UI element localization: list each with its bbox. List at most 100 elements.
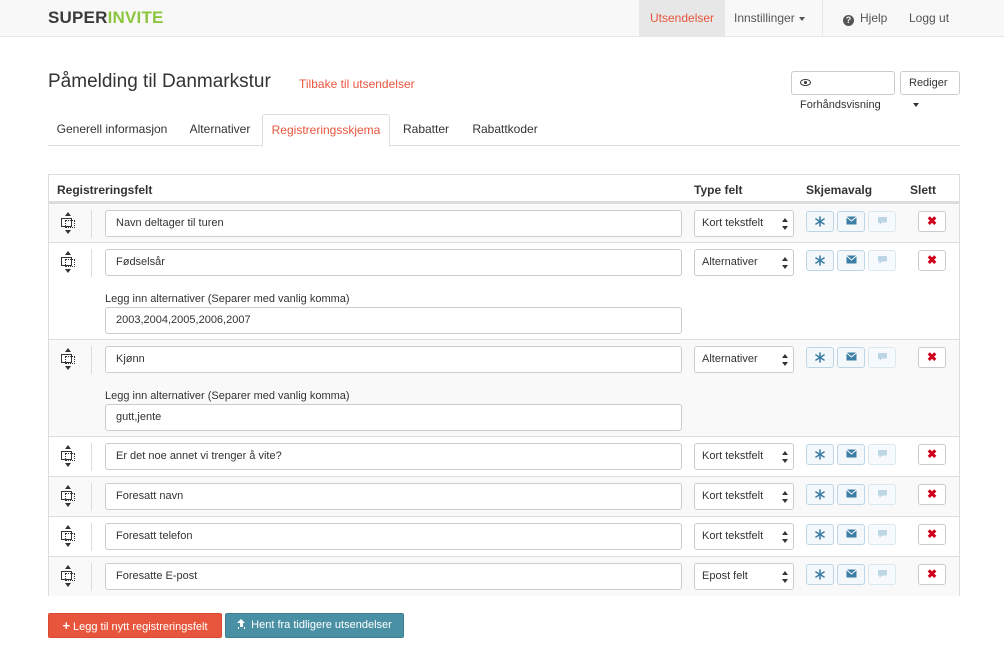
close-icon: ✖ xyxy=(926,567,938,581)
chevron-down-icon xyxy=(798,16,805,21)
comment-toggle-button[interactable] xyxy=(868,524,896,545)
nav-utsendelser-label: Utsendelser xyxy=(650,11,715,25)
divider xyxy=(91,249,92,277)
select-arrows-icon xyxy=(782,354,788,366)
email-toggle-button[interactable] xyxy=(837,347,865,368)
delete-field-button[interactable]: ✖ xyxy=(918,484,946,505)
close-icon: ✖ xyxy=(926,447,938,461)
back-link[interactable]: Tilbake til utsendelser xyxy=(299,77,415,91)
select-arrows-icon xyxy=(782,218,788,230)
tab-label: Generell informasjon xyxy=(56,122,168,136)
edit-label: Rediger xyxy=(909,77,948,89)
drag-handle-icon[interactable] xyxy=(61,525,77,547)
field-name-input[interactable]: Foresatt telefon xyxy=(105,523,682,550)
drag-handle-icon[interactable] xyxy=(61,348,77,370)
comment-toggle-button[interactable] xyxy=(868,211,896,232)
comment-toggle-button[interactable] xyxy=(868,347,896,368)
delete-field-button[interactable]: ✖ xyxy=(918,524,946,545)
email-toggle-button[interactable] xyxy=(837,484,865,505)
select-arrows-icon xyxy=(782,451,788,463)
required-toggle-button[interactable] xyxy=(806,444,834,465)
header-slett: Slett xyxy=(910,183,937,197)
fetch-previous-label: Hent fra tidligere utsendelser xyxy=(251,619,392,631)
field-type-value: Epost felt xyxy=(702,570,748,582)
field-name-input[interactable]: Foresatte E-post xyxy=(105,563,682,590)
page-title: Påmelding til Danmarkstur xyxy=(48,71,271,92)
field-type-select[interactable]: Kort tekstfelt xyxy=(694,523,794,550)
required-toggle-button[interactable] xyxy=(806,211,834,232)
field-type-select[interactable]: Alternativer xyxy=(694,346,794,373)
tab-rabattkoder[interactable]: Rabattkoder xyxy=(461,114,549,146)
select-arrows-icon xyxy=(782,531,788,543)
logo-part-super: SUPER xyxy=(48,8,108,27)
drag-handle-icon[interactable] xyxy=(61,565,77,587)
alternatives-label: Legg inn alternativer (Separer med vanli… xyxy=(105,293,350,305)
field-type-select[interactable]: Alternativer xyxy=(694,249,794,276)
field-name-input[interactable]: Fødselsår xyxy=(105,249,682,276)
close-icon: ✖ xyxy=(926,487,938,501)
required-toggle-button[interactable] xyxy=(806,484,834,505)
required-toggle-button[interactable] xyxy=(806,347,834,368)
email-toggle-button[interactable] xyxy=(837,250,865,271)
field-name-input[interactable]: Kjønn xyxy=(105,346,682,373)
table-row: Foresatt telefon Kort tekstfelt ✖ xyxy=(49,516,959,556)
delete-field-button[interactable]: ✖ xyxy=(918,564,946,585)
comment-toggle-button[interactable] xyxy=(868,250,896,271)
edit-dropdown-button[interactable]: Rediger xyxy=(900,71,960,108)
delete-field-button[interactable]: ✖ xyxy=(918,211,946,232)
tab-generell-informasjon[interactable]: Generell informasjon xyxy=(48,114,176,146)
required-toggle-button[interactable] xyxy=(806,564,834,585)
tab-label: Rabattkoder xyxy=(472,122,538,136)
tab-alternativer[interactable]: Alternativer xyxy=(178,114,262,146)
comment-toggle-button[interactable] xyxy=(868,444,896,465)
plus-icon: + xyxy=(62,618,71,633)
drag-handle-icon[interactable] xyxy=(61,212,77,234)
email-toggle-button[interactable] xyxy=(837,524,865,545)
tab-rabatter[interactable]: Rabatter xyxy=(391,114,461,146)
field-name-input[interactable]: Foresatt navn xyxy=(105,483,682,510)
preview-button[interactable]: Forhåndsvisning xyxy=(791,71,895,111)
field-type-select[interactable]: Kort tekstfelt xyxy=(694,483,794,510)
registration-fields-table: Registreringsfelt Type felt Skjemavalg S… xyxy=(48,174,960,596)
email-toggle-button[interactable] xyxy=(837,211,865,232)
nav-innstillinger[interactable]: Innstillinger xyxy=(723,0,816,37)
comment-toggle-button[interactable] xyxy=(868,484,896,505)
nav-hjelp[interactable]: ? Hjelp xyxy=(832,0,898,37)
field-type-value: Kort tekstfelt xyxy=(702,490,764,502)
tab-registreringsskjema[interactable]: Registreringsskjema xyxy=(262,114,390,147)
fetch-previous-button[interactable]: Hent fra tidligere utsendelser xyxy=(225,613,404,638)
drag-handle-icon[interactable] xyxy=(61,485,77,507)
logo[interactable]: SUPERINVITE xyxy=(48,8,164,28)
delete-field-button[interactable]: ✖ xyxy=(918,347,946,368)
delete-field-button[interactable]: ✖ xyxy=(918,250,946,271)
drag-handle-icon[interactable] xyxy=(61,251,77,273)
email-toggle-button[interactable] xyxy=(837,564,865,585)
field-name-input[interactable]: Er det noe annet vi trenger å vite? xyxy=(105,443,682,470)
email-toggle-button[interactable] xyxy=(837,444,865,465)
delete-field-button[interactable]: ✖ xyxy=(918,444,946,465)
field-type-value: Alternativer xyxy=(702,256,758,268)
header-skjemavalg: Skjemavalg xyxy=(806,183,873,197)
add-field-button[interactable]: + Legg til nytt registreringsfelt xyxy=(48,613,222,638)
field-type-select[interactable]: Epost felt xyxy=(694,563,794,590)
select-arrows-icon xyxy=(782,257,788,269)
nav-utsendelser[interactable]: Utsendelser xyxy=(639,0,726,37)
field-type-select[interactable]: Kort tekstfelt xyxy=(694,443,794,470)
select-arrows-icon xyxy=(782,491,788,503)
nav-hjelp-label: Hjelp xyxy=(860,11,888,25)
table-row: Foresatte E-post Epost felt ✖ xyxy=(49,556,959,596)
divider xyxy=(91,563,92,591)
required-toggle-button[interactable] xyxy=(806,524,834,545)
drag-handle-icon[interactable] xyxy=(61,445,77,467)
field-name-input[interactable]: Navn deltager til turen xyxy=(105,210,682,237)
field-type-select[interactable]: Kort tekstfelt xyxy=(694,210,794,237)
comment-toggle-button[interactable] xyxy=(868,564,896,585)
alternatives-input[interactable]: 2003,2004,2005,2006,2007 xyxy=(105,307,682,334)
field-type-value: Kort tekstfelt xyxy=(702,450,764,462)
nav-logg-ut[interactable]: Logg ut xyxy=(898,0,960,37)
required-toggle-button[interactable] xyxy=(806,250,834,271)
field-type-value: Kort tekstfelt xyxy=(702,530,764,542)
chevron-down-icon xyxy=(913,103,919,108)
divider xyxy=(91,443,92,471)
alternatives-input[interactable]: gutt,jente xyxy=(105,404,682,431)
